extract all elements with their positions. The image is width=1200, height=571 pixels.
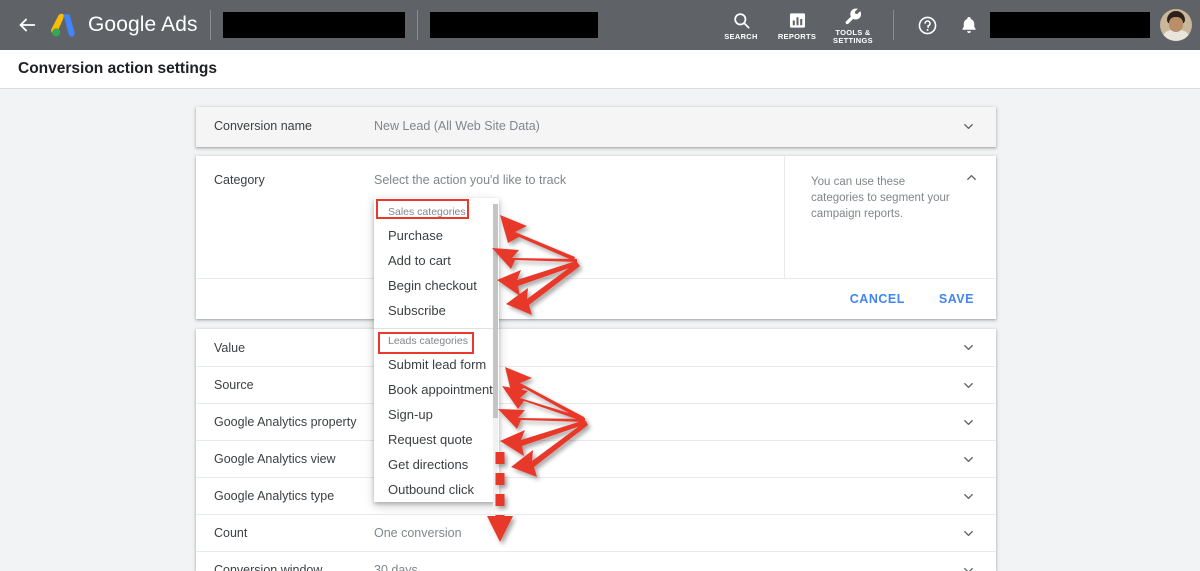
table-row[interactable]: Google Analytics type (196, 477, 996, 514)
dropdown-item-add-to-cart[interactable]: Add to cart (374, 248, 499, 273)
table-row[interactable]: Conversion window 30 days (196, 551, 996, 571)
help-question-icon[interactable] (910, 8, 944, 42)
category-card: Category Select the action you'd like to… (196, 156, 996, 319)
conversion-name-value: New Lead (All Web Site Data) (374, 119, 540, 133)
redacted-account-name-1 (222, 12, 405, 38)
table-row[interactable]: Value ency from Analytics (196, 329, 996, 366)
chevron-down-icon[interactable] (960, 118, 976, 134)
dropdown-item-sign-up[interactable]: Sign-up (374, 402, 499, 427)
dropdown-item-get-directions[interactable]: Get directions (374, 452, 499, 477)
row-label: Conversion window (214, 563, 323, 571)
row-label: Google Analytics view (214, 452, 336, 466)
row-label: Source (214, 378, 254, 392)
appbar-divider-2 (416, 10, 418, 40)
cancel-button[interactable]: CANCEL (850, 292, 905, 306)
table-row[interactable]: Source (196, 366, 996, 403)
tools-settings-label: TOOLS & SETTINGS (833, 27, 873, 45)
wrench-icon (844, 5, 863, 26)
appbar-tools-settings-button[interactable]: TOOLS & SETTINGS (827, 5, 879, 46)
dropdown-scrollbar-thumb[interactable] (493, 204, 498, 418)
top-app-bar: Google Ads SEARCH REPORTS TOOLS & SETTIN… (0, 0, 1200, 50)
save-button[interactable]: SAVE (939, 292, 974, 306)
dropdown-item-book-appointment[interactable]: Book appointment (374, 377, 499, 402)
chevron-down-icon[interactable] (960, 414, 976, 430)
row-value: 30 days (374, 563, 418, 571)
search-label: SEARCH (724, 31, 758, 41)
reports-bar-chart-icon (788, 9, 807, 30)
chevron-down-icon[interactable] (960, 562, 976, 571)
category-hint: Select the action you'd like to track (374, 173, 567, 187)
google-ads-logo (50, 10, 80, 40)
avatar-face (1169, 17, 1183, 32)
page-title: Conversion action settings (18, 60, 217, 77)
chevron-down-icon[interactable] (960, 340, 976, 356)
chevron-down-icon[interactable] (960, 377, 976, 393)
dropdown-item-request-quote[interactable]: Request quote (374, 427, 499, 452)
row-label: Value (214, 340, 246, 355)
dropdown-item-outbound-click[interactable]: Outbound click (374, 477, 499, 502)
google-ads-conversion-settings-page: Google Ads SEARCH REPORTS TOOLS & SETTIN… (0, 0, 1200, 571)
dropdown-item-begin-checkout[interactable]: Begin checkout (374, 273, 499, 298)
dropdown-section-heading-leads: Leads categories (388, 335, 468, 347)
row-label: Google Analytics type (214, 489, 335, 503)
dropdown-section-heading-sales: Sales categories (388, 206, 466, 218)
chevron-down-icon[interactable] (960, 525, 976, 541)
chevron-down-icon[interactable] (960, 488, 976, 504)
dropdown-item-subscribe[interactable]: Subscribe (374, 298, 499, 323)
redacted-account-id (990, 12, 1150, 38)
category-dropdown-menu[interactable]: Sales categories Purchase Add to cart Be… (374, 198, 499, 508)
redacted-account-name-2 (429, 12, 598, 38)
reports-label: REPORTS (777, 31, 817, 41)
content-area: Conversion name New Lead (All Web Site D… (0, 90, 1200, 571)
brand-title: Google Ads (88, 13, 198, 36)
appbar-reports-button[interactable]: REPORTS (771, 9, 823, 42)
page-title-bar: Conversion action settings (0, 50, 1200, 89)
appbar-divider-1 (209, 10, 211, 40)
table-row[interactable]: Count One conversion (196, 514, 996, 551)
category-header: Category Select the action you'd like to… (196, 156, 996, 278)
row-value: One conversion (374, 526, 462, 540)
chevron-up-icon[interactable] (964, 170, 980, 186)
conversion-name-label: Conversion name (214, 119, 312, 133)
bell-icon[interactable] (952, 8, 986, 42)
user-avatar[interactable] (1160, 9, 1192, 41)
appbar-divider-3 (893, 10, 894, 40)
row-label: Google Analytics property (214, 415, 357, 429)
search-icon (732, 9, 751, 30)
table-row[interactable]: Google Analytics property (196, 403, 996, 440)
category-help-pane: You can use these categories to segment … (784, 156, 996, 278)
conversion-name-card[interactable]: Conversion name New Lead (All Web Site D… (196, 107, 996, 147)
back-arrow-icon[interactable] (14, 12, 40, 38)
category-actions: CANCEL SAVE (196, 278, 996, 319)
row-label: Count (214, 526, 248, 540)
dropdown-item-submit-lead-form[interactable]: Submit lead form (374, 352, 499, 377)
conversion-name-row[interactable]: Conversion name New Lead (All Web Site D… (196, 107, 996, 145)
appbar-search-button[interactable]: SEARCH (715, 9, 767, 42)
settings-rows-card: Value ency from Analytics Source Google … (196, 329, 996, 571)
dropdown-item-purchase[interactable]: Purchase (374, 223, 499, 248)
table-row[interactable]: Google Analytics view (196, 440, 996, 477)
category-help-text: You can use these categories to segment … (811, 176, 950, 220)
category-label: Category (214, 173, 265, 187)
chevron-down-icon[interactable] (960, 451, 976, 467)
